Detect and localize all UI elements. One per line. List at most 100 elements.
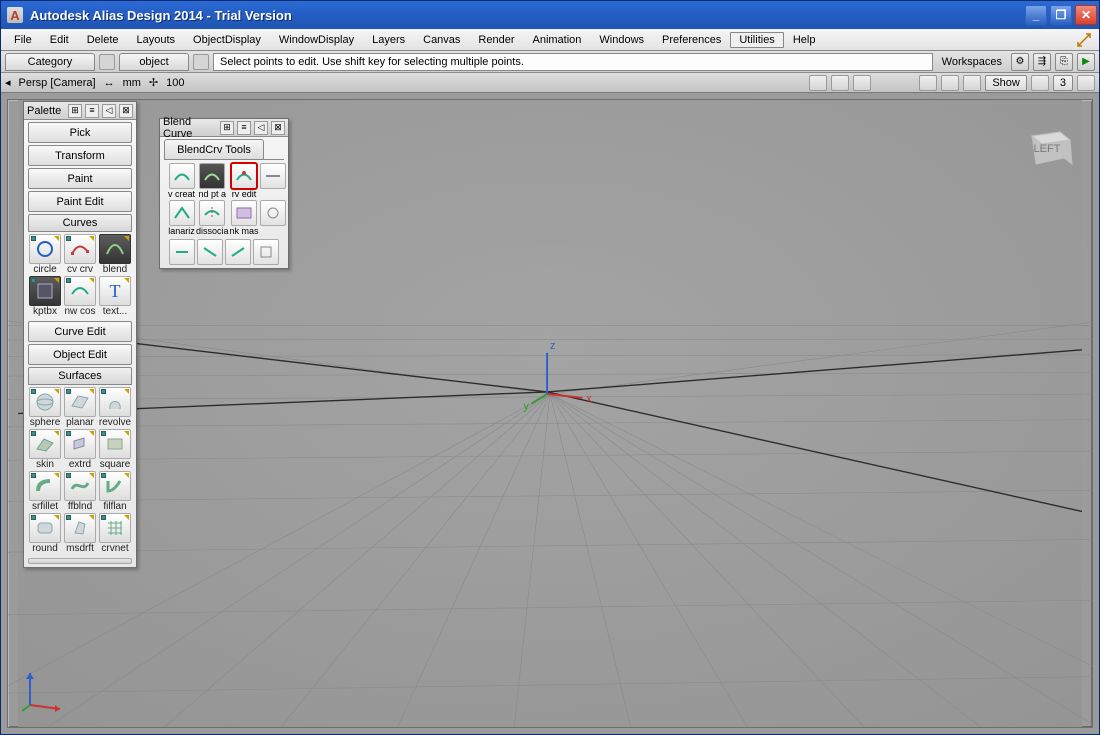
menu-objectdisplay[interactable]: ObjectDisplay	[184, 32, 270, 48]
status-icon-c[interactable]	[963, 75, 981, 91]
status-icon-e[interactable]	[1077, 75, 1095, 91]
blend-tool-extra1[interactable]	[260, 163, 286, 189]
blend-btn-list[interactable]: ≡	[237, 121, 251, 135]
blend-curve-panel[interactable]: Blend Curve ⊞ ≡ ◁ ⊠ BlendCrv Tools v cre…	[159, 118, 289, 269]
tool-msdrft[interactable]	[64, 513, 96, 543]
blend-tool-r3a[interactable]	[169, 239, 195, 265]
tool-sphere[interactable]	[29, 387, 61, 417]
menu-corner-icon[interactable]	[1073, 31, 1095, 49]
blend-btn-collapse[interactable]: ◁	[254, 121, 268, 135]
palette-titlebar[interactable]: Palette ⊞ ≡ ◁ ⊠	[24, 102, 136, 120]
menu-render[interactable]: Render	[469, 32, 523, 48]
blend-tool-nd-pt-a[interactable]	[199, 163, 225, 189]
palette-btn-paintedit[interactable]: Paint Edit	[28, 191, 132, 212]
shelf-icon-1[interactable]	[99, 54, 115, 70]
window-title: Autodesk Alias Design 2014 - Trial Versi…	[30, 8, 1018, 23]
minimize-button[interactable]: _	[1025, 5, 1047, 25]
menu-animation[interactable]: Animation	[524, 32, 591, 48]
palette-btn-close[interactable]: ⊠	[119, 104, 133, 118]
show-button[interactable]: Show	[985, 75, 1027, 91]
axis-x-label: x	[586, 393, 592, 405]
palette-section-surfaces[interactable]: Surfaces	[28, 367, 132, 385]
grid-size[interactable]: 100	[166, 77, 184, 89]
palette-panel[interactable]: Palette ⊞ ≡ ◁ ⊠ Pick Transform Paint Pai…	[23, 101, 137, 568]
blend-btn-layout[interactable]: ⊞	[220, 121, 234, 135]
tool-square[interactable]	[99, 429, 131, 459]
menu-preferences[interactable]: Preferences	[653, 32, 730, 48]
shelf-icon-2[interactable]	[193, 54, 209, 70]
shelf-tab-category[interactable]: Category	[5, 53, 95, 71]
blend-btn-close[interactable]: ⊠	[271, 121, 285, 135]
status-prev-icon[interactable]: ◂	[5, 76, 11, 89]
tool-round[interactable]	[29, 513, 61, 543]
status-icon-b[interactable]	[941, 75, 959, 91]
status-icon-a[interactable]	[919, 75, 937, 91]
blend-tool-nk-mas[interactable]	[231, 200, 257, 226]
blend-tool-r3d[interactable]	[253, 239, 279, 265]
blend-titlebar[interactable]: Blend Curve ⊞ ≡ ◁ ⊠	[160, 119, 288, 137]
menu-layouts[interactable]: Layouts	[128, 32, 185, 48]
menu-edit[interactable]: Edit	[41, 32, 78, 48]
blend-tool-dissocia[interactable]	[199, 200, 225, 226]
tool-filflan[interactable]	[99, 471, 131, 501]
workspace-btn-2[interactable]: ⇶	[1033, 53, 1051, 71]
menu-windowdisplay[interactable]: WindowDisplay	[270, 32, 363, 48]
palette-btn-curveedit[interactable]: Curve Edit	[28, 321, 132, 342]
window-controls: _ ❐ ✕	[1025, 5, 1097, 25]
blend-tool-lanariz[interactable]	[169, 200, 195, 226]
palette-btn-objectedit[interactable]: Object Edit	[28, 344, 132, 365]
status-icon-tool1[interactable]	[831, 75, 849, 91]
palette-section-curves[interactable]: Curves	[28, 214, 132, 232]
viewcube-face-label[interactable]: LEFT	[1034, 143, 1061, 155]
menu-windows[interactable]: Windows	[590, 32, 653, 48]
titlebar[interactable]: A Autodesk Alias Design 2014 - Trial Ver…	[1, 1, 1099, 29]
tool-crvnet[interactable]	[99, 513, 131, 543]
maximize-button[interactable]: ❐	[1050, 5, 1072, 25]
menu-utilities[interactable]: Utilities	[730, 32, 783, 48]
workspace-btn-3[interactable]: ⎘	[1055, 53, 1073, 71]
app-window: A Autodesk Alias Design 2014 - Trial Ver…	[0, 0, 1100, 735]
shelf-tab-object[interactable]: object	[119, 53, 189, 71]
status-icon-camera[interactable]	[809, 75, 827, 91]
menu-layers[interactable]: Layers	[363, 32, 414, 48]
tool-srfillet[interactable]	[29, 471, 61, 501]
blend-tool-r3b[interactable]	[197, 239, 223, 265]
status-icon-search[interactable]	[853, 75, 871, 91]
tool-planar[interactable]	[64, 387, 96, 417]
tool-kptbx[interactable]	[29, 276, 61, 306]
tool-blend[interactable]	[99, 234, 131, 264]
palette-btn-pick[interactable]: Pick	[28, 122, 132, 143]
close-button[interactable]: ✕	[1075, 5, 1097, 25]
viewcube[interactable]: LEFT	[1016, 118, 1076, 178]
tool-revolve[interactable]	[99, 387, 131, 417]
palette-btn-layout[interactable]: ⊞	[68, 104, 82, 118]
hint-message: Select points to edit. Use shift key for…	[213, 53, 933, 71]
view-name[interactable]: Persp [Camera]	[19, 77, 96, 89]
blend-tool-rv-edit[interactable]	[231, 163, 257, 189]
play-button[interactable]: ▶	[1077, 53, 1095, 71]
status-icon-d[interactable]	[1031, 75, 1049, 91]
palette-btn-collapse[interactable]: ◁	[102, 104, 116, 118]
blend-tab[interactable]: BlendCrv Tools	[164, 139, 264, 159]
blend-tool-extra2[interactable]	[260, 200, 286, 226]
status-number[interactable]: 3	[1053, 75, 1073, 91]
palette-scroll-handle[interactable]	[28, 558, 132, 564]
tool-circle[interactable]	[29, 234, 61, 264]
menu-file[interactable]: File	[5, 32, 41, 48]
units-label[interactable]: mm	[123, 77, 141, 89]
tool-ffblnd[interactable]	[64, 471, 96, 501]
palette-btn-transform[interactable]: Transform	[28, 145, 132, 166]
blend-tool-r3c[interactable]	[225, 239, 251, 265]
palette-btn-list[interactable]: ≡	[85, 104, 99, 118]
workspace-btn-1[interactable]: ⚙	[1011, 53, 1029, 71]
menu-help[interactable]: Help	[784, 32, 825, 48]
blend-tool-v-creat[interactable]	[169, 163, 195, 189]
tool-extrd[interactable]	[64, 429, 96, 459]
tool-nw-cos[interactable]	[64, 276, 96, 306]
menu-canvas[interactable]: Canvas	[414, 32, 469, 48]
tool-cv-crv[interactable]	[64, 234, 96, 264]
menu-delete[interactable]: Delete	[78, 32, 128, 48]
tool-skin[interactable]	[29, 429, 61, 459]
tool-text[interactable]: T	[99, 276, 131, 306]
palette-btn-paint[interactable]: Paint	[28, 168, 132, 189]
